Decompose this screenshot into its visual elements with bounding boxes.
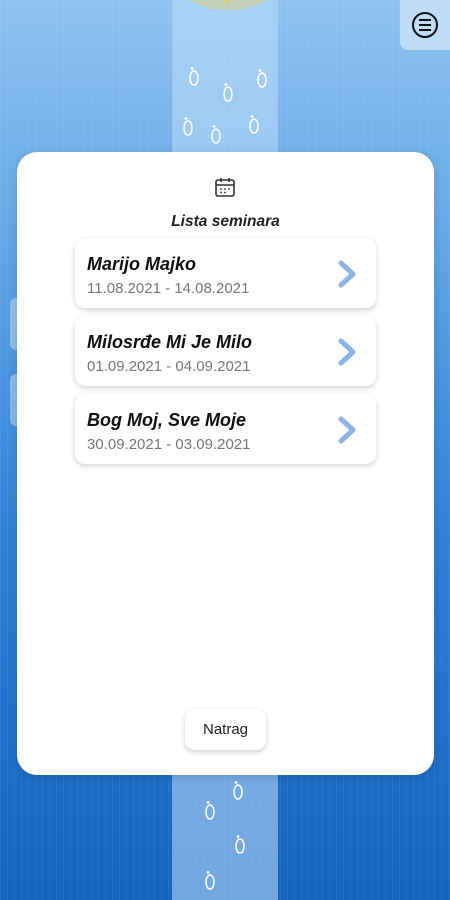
seminar-dates: 30.09.2021 - 03.09.2021 (87, 436, 251, 453)
chevron-right-icon (338, 416, 356, 444)
footprint-icon (257, 69, 267, 88)
chevron-right-icon (338, 260, 356, 288)
footprint-icon (189, 67, 199, 86)
seminar-item[interactable]: Marijo Majko 11.08.2021 - 14.08.2021 (75, 238, 376, 308)
footprint-icon (205, 871, 215, 890)
calendar-icon (215, 178, 235, 197)
seminar-name: Bog Moj, Sve Moje (87, 410, 247, 430)
footprint-icon (183, 117, 193, 136)
footprint-icon (211, 125, 221, 144)
seminar-dates: 11.08.2021 - 14.08.2021 (87, 280, 250, 297)
seminar-list-dialog: Lista seminara Marijo Majko 11.08.2021 -… (17, 152, 434, 775)
chevron-right-icon (338, 338, 356, 366)
menu-icon (412, 12, 438, 38)
menu-button[interactable] (400, 0, 450, 50)
seminar-item[interactable]: Milosrđe Mi Je Milo 01.09.2021 - 04.09.2… (75, 316, 376, 386)
seminar-name: Marijo Majko (87, 254, 197, 274)
seminar-name: Milosrđe Mi Je Milo (87, 332, 253, 352)
seminar-list: Marijo Majko 11.08.2021 - 14.08.2021 Mil… (75, 238, 376, 472)
back-button[interactable]: Natrag (185, 709, 266, 750)
seminar-item[interactable]: Bog Moj, Sve Moje 30.09.2021 - 03.09.202… (75, 394, 376, 464)
dialog-title: Lista seminara (171, 213, 280, 230)
footprint-icon (205, 801, 215, 820)
footprint-icon (233, 781, 243, 800)
sun-icon (110, 0, 340, 60)
footprint-icon (223, 83, 233, 102)
footprint-icon (249, 115, 259, 134)
footprint-icon (235, 835, 245, 854)
seminar-dates: 01.09.2021 - 04.09.2021 (87, 358, 251, 375)
